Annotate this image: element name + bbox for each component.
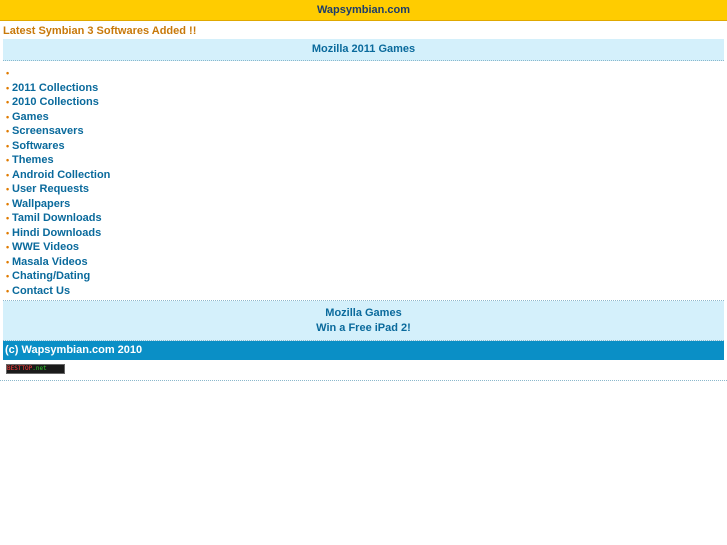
menu-item-wallpapers: • Wallpapers [6,197,724,212]
announcement-text: Latest Symbian 3 Softwares Added !! [3,25,197,37]
menu-link-screensavers[interactable]: Screensavers [12,125,84,137]
besttop-counter-badge-icon[interactable]: BESTTOP.net [6,364,65,374]
menu-item-themes: • Themes [6,153,724,168]
menu-item-masala-videos: • Masala Videos [6,255,724,270]
site-header: Wapsymbian.com [0,0,727,21]
menu-item-wwe-videos: • WWE Videos [6,240,724,255]
site-title[interactable]: Wapsymbian.com [317,4,410,16]
menu-link-games[interactable]: Games [12,111,49,123]
menu-link-chating-dating[interactable]: Chating/Dating [12,270,90,282]
menu-item-contact-us: • Contact Us [6,284,724,299]
menu-link-wallpapers[interactable]: Wallpapers [12,198,70,210]
menu-link-softwares[interactable]: Softwares [12,140,65,152]
promo-banner-top: Mozilla 2011 Games [3,39,724,61]
counter-row: BESTTOP.net [0,360,727,381]
menu-item-user-requests: • User Requests [6,182,724,197]
bullet-icon: • [6,68,10,78]
counter-text-red: BESTTOP [7,365,33,372]
main-menu: • • 2011 Collections • 2010 Collections • G… [0,61,727,298]
menu-link-contact-us[interactable]: Contact Us [12,285,70,297]
footer-copyright: (c) Wapsymbian.com 2010 [3,341,724,360]
menu-item-hindi-downloads: • Hindi Downloads [6,226,724,241]
menu-link-wwe-videos[interactable]: WWE Videos [12,241,79,253]
menu-item-chating-dating: • Chating/Dating [6,269,724,284]
menu-link-2010-collections[interactable]: 2010 Collections [12,96,99,108]
menu-item-screensavers: • Screensavers [6,124,724,139]
menu-link-hindi-downloads[interactable]: Hindi Downloads [12,227,101,239]
menu-item-tamil-downloads: • Tamil Downloads [6,211,724,226]
counter-text-green: .net [32,365,47,372]
menu-link-android-collection[interactable]: Android Collection [12,169,110,181]
menu-link-user-requests[interactable]: User Requests [12,183,89,195]
promo-link-mozilla-2011-games[interactable]: Mozilla 2011 Games [3,40,724,58]
menu-item-2011-collections: • 2011 Collections [6,81,724,96]
menu-item-android-collection: • Android Collection [6,168,724,183]
menu-link-masala-videos[interactable]: Masala Videos [12,256,88,268]
promo-banner-bottom: Mozilla Games Win a Free iPad 2! [3,301,724,341]
menu-item-empty: • [6,66,724,81]
menu-link-tamil-downloads[interactable]: Tamil Downloads [12,212,102,224]
promo-link-win-ipad[interactable]: Win a Free iPad 2! [3,321,724,336]
menu-link-2011-collections[interactable]: 2011 Collections [12,82,98,94]
menu-item-games: • Games [6,110,724,125]
menu-item-2010-collections: • 2010 Collections [6,95,724,110]
promo-link-mozilla-games[interactable]: Mozilla Games [3,306,724,321]
menu-item-softwares: • Softwares [6,139,724,154]
menu-link-themes[interactable]: Themes [12,154,54,166]
